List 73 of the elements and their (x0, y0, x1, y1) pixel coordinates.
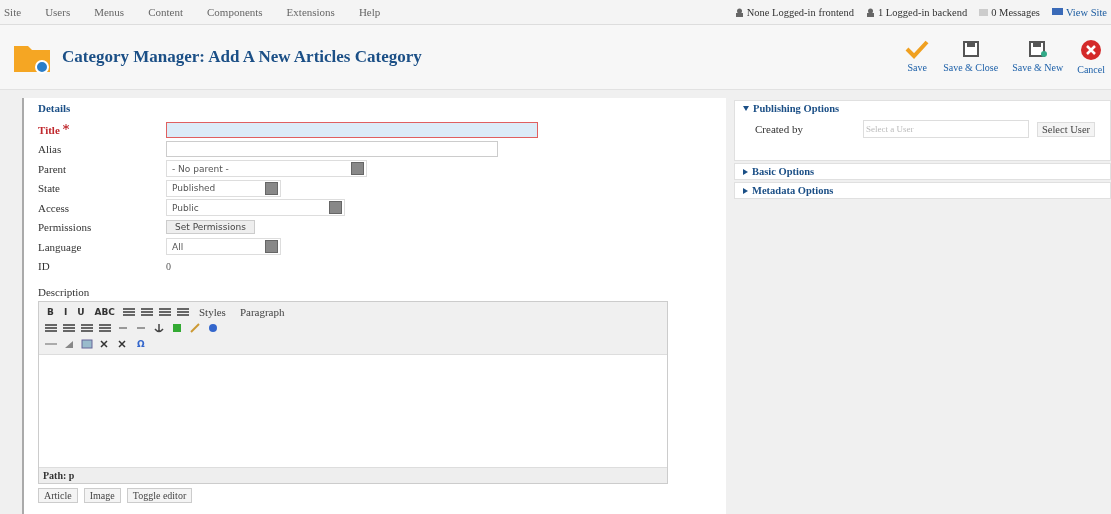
field-label: Access (38, 201, 71, 214)
field-label: ID (38, 260, 51, 273)
menu-item[interactable]: Content (148, 6, 183, 18)
select-user-button[interactable]: Select User (1036, 121, 1096, 137)
field-label: Alias (38, 143, 63, 156)
editor-button[interactable]: Toggle editor (126, 488, 193, 503)
view-site-link[interactable]: View Site (1051, 6, 1107, 18)
anchor-icon (153, 323, 165, 333)
rich-text-editor[interactable]: B I U ABC Styles Paragraph Ω Path: p (38, 301, 668, 484)
caret-down-icon (743, 106, 749, 111)
section-legend: Details (38, 102, 708, 114)
field-label: State (38, 182, 61, 195)
field-label: Title (38, 123, 166, 136)
floppy-icon (1027, 39, 1048, 59)
status-item: None Logged-in frontend (734, 6, 854, 18)
list-icon (63, 323, 75, 333)
toolbar-button[interactable]: Cancel (1077, 39, 1105, 75)
toolbar-button[interactable]: Save & Close (943, 39, 999, 75)
menu-item[interactable]: Components (207, 6, 263, 18)
menu-item[interactable]: Site (4, 6, 22, 18)
required-asterisk-icon (62, 123, 69, 130)
dropdown[interactable]: Published (166, 179, 281, 197)
special-character-button[interactable]: Ω (135, 339, 147, 349)
menu-item[interactable]: Menus (94, 6, 125, 18)
monitor-icon (1051, 7, 1063, 17)
align-icon (159, 307, 171, 317)
align-icon (123, 307, 135, 317)
toolbar-button[interactable]: Save (905, 39, 930, 75)
dropdown[interactable]: - No parent - (166, 160, 367, 178)
panel-header[interactable]: Metadata Options (735, 183, 1110, 198)
editor-button[interactable]: Article (38, 488, 78, 503)
text-field[interactable] (166, 141, 498, 158)
align-icon (177, 307, 189, 317)
paragraph-dropdown[interactable]: Paragraph (235, 306, 289, 318)
panel-header[interactable]: Publishing Options (735, 101, 1110, 116)
floppy-icon (961, 39, 980, 59)
editor-button[interactable]: Image (83, 488, 121, 503)
caret-right-icon (743, 187, 748, 194)
field-label: Parent (38, 162, 68, 175)
text-field[interactable] (166, 121, 538, 138)
status-item: 1 Logged-in backend (866, 6, 968, 18)
format-button[interactable]: U (75, 307, 87, 317)
person-icon (734, 7, 744, 17)
caret-right-icon (743, 168, 748, 175)
dropdown[interactable]: All (166, 238, 281, 256)
person-icon (866, 7, 875, 17)
list-icon (45, 323, 57, 333)
menu-item[interactable]: Help (358, 6, 381, 18)
styles-dropdown[interactable]: Styles (195, 306, 230, 318)
menu-item[interactable]: Users (45, 6, 71, 18)
panel-header[interactable]: Basic Options (735, 164, 1110, 179)
format-button[interactable]: I (61, 307, 70, 317)
checkmark-icon (905, 39, 930, 59)
cancel-icon (1080, 39, 1103, 61)
field-label: Language (38, 240, 83, 253)
menu-item[interactable]: Extensions (286, 6, 335, 18)
page-title: Category Manager: Add A New Articles Category (62, 47, 422, 67)
align-icon (141, 307, 153, 317)
field-label: Description (38, 286, 91, 298)
envelope-icon (979, 7, 989, 17)
permissions-button[interactable]: Set Permissions (166, 220, 255, 235)
toolbar-button[interactable]: Save & New (1012, 39, 1064, 75)
dropdown[interactable]: Public (166, 199, 345, 217)
editor-path: Path: p (39, 467, 667, 483)
field-label: Created by (755, 123, 803, 135)
status-item: 0 Messages (979, 6, 1040, 18)
format-button[interactable]: ABC (92, 307, 117, 317)
field-label: Permissions (38, 221, 93, 234)
format-button[interactable]: B (45, 307, 56, 317)
brush-icon (189, 323, 201, 333)
table-icon (81, 339, 93, 349)
id-value: 0 (166, 260, 171, 272)
image-icon (171, 323, 183, 333)
